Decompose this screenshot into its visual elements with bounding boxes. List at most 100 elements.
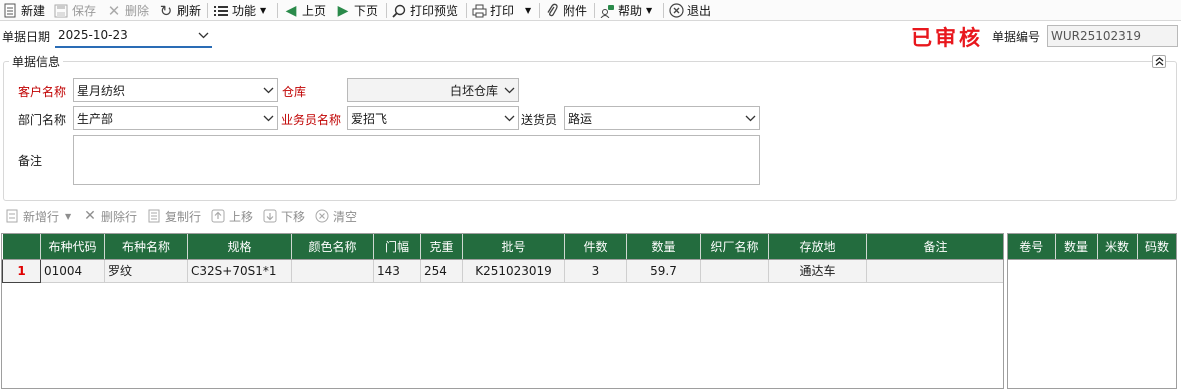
deliverer-value: 路运 <box>568 111 593 126</box>
toolbar-divider <box>386 3 387 18</box>
table-cell[interactable]: 罗纹 <box>104 259 188 283</box>
copy-icon <box>146 208 162 224</box>
refresh-button[interactable]: ↻ 刷新 <box>158 1 201 20</box>
table-cell[interactable]: 01004 <box>40 259 105 283</box>
column-header[interactable]: 码数 <box>1137 234 1176 260</box>
date-picker[interactable]: 2025-10-23 <box>55 24 212 48</box>
detail-grid: 布种代码 布种名称 规格 颜色名称 门幅 克重 批号 件数 数量 织厂名称 存放… <box>1 233 1004 389</box>
table-cell[interactable]: 通达车 <box>768 259 867 283</box>
row-number[interactable]: 1 <box>2 258 41 283</box>
function-menu-button[interactable]: 功能 ▼ <box>213 1 266 20</box>
dept-label: 部门名称 <box>18 113 67 127</box>
table-cell[interactable] <box>291 259 374 283</box>
print-button[interactable]: 打印 ▼ <box>471 1 531 20</box>
table-cell[interactable]: 59.7 <box>626 259 701 283</box>
roll-grid: 卷号 数量 米数 码数 <box>1007 233 1177 389</box>
column-header[interactable]: 备注 <box>866 234 1003 260</box>
chevron-down-icon[interactable] <box>194 24 212 46</box>
collapse-button[interactable] <box>1152 55 1166 68</box>
customer-select[interactable]: 星月纺织 <box>73 78 278 102</box>
attachment-label: 附件 <box>563 4 588 18</box>
delete-row-label: 删除行 <box>101 209 138 224</box>
column-header[interactable] <box>2 234 41 260</box>
chevron-down-icon[interactable] <box>500 107 518 129</box>
table-row[interactable]: 1 01004 罗纹 C32S+70S1*1 143 254 K25102301… <box>2 258 1003 283</box>
new-label: 新建 <box>21 4 46 18</box>
arrow-down-icon <box>262 208 278 224</box>
main-toolbar: 新建 保存 ✕ 删除 ↻ 刷新 功能 ▼ ◀ 上页 ▶ 下页 打印预览 打印 ▼… <box>0 0 1181 21</box>
refresh-label: 刷新 <box>177 4 202 18</box>
clear-circle-x-icon <box>314 208 330 224</box>
warehouse-select[interactable]: 白坯仓库 <box>347 78 519 102</box>
remark-textarea[interactable] <box>73 135 760 185</box>
remark-label: 备注 <box>18 154 43 168</box>
column-header[interactable]: 数量 <box>626 234 701 260</box>
save-label: 保存 <box>72 4 97 18</box>
move-down-button[interactable]: 下移 <box>262 207 305 225</box>
dropdown-caret-icon: ▼ <box>65 211 72 221</box>
list-icon <box>213 3 229 19</box>
save-button[interactable]: 保存 <box>53 1 96 20</box>
chevron-down-icon[interactable] <box>741 107 759 129</box>
column-header[interactable]: 件数 <box>564 234 627 260</box>
table-cell[interactable]: K251023019 <box>462 259 565 283</box>
print-label: 打印 <box>490 4 515 18</box>
delete-row-button[interactable]: ✕ 删除行 <box>82 207 137 225</box>
column-header[interactable]: 批号 <box>462 234 565 260</box>
function-label: 功能 <box>232 4 257 18</box>
table-cell[interactable]: 143 <box>373 259 421 283</box>
table-cell[interactable]: C32S+70S1*1 <box>187 259 292 283</box>
dept-value: 生产部 <box>77 111 114 126</box>
column-header[interactable]: 存放地 <box>768 234 867 260</box>
exit-circle-x-icon <box>668 3 684 19</box>
new-button[interactable]: 新建 <box>2 1 45 20</box>
move-up-label: 上移 <box>229 209 254 224</box>
chevron-down-icon[interactable] <box>500 79 518 101</box>
print-preview-label: 打印预览 <box>410 4 459 18</box>
column-header[interactable]: 布种名称 <box>104 234 188 260</box>
table-cell[interactable] <box>700 259 769 283</box>
clear-label: 清空 <box>333 209 358 224</box>
column-header[interactable]: 颜色名称 <box>291 234 374 260</box>
exit-button[interactable]: 退出 <box>668 1 711 20</box>
triangle-left-icon: ◀ <box>285 2 297 19</box>
column-header[interactable]: 门幅 <box>373 234 421 260</box>
prev-page-button[interactable]: ◀ 上页 <box>283 1 326 20</box>
chevron-down-icon[interactable] <box>259 107 277 129</box>
column-header[interactable]: 布种代码 <box>40 234 105 260</box>
add-row-button[interactable]: 新增行 ▼ <box>4 207 71 225</box>
column-header[interactable]: 数量 <box>1055 234 1098 260</box>
column-header[interactable]: 米数 <box>1097 234 1138 260</box>
chevron-down-icon[interactable] <box>259 79 277 101</box>
table-cell[interactable]: 3 <box>564 259 627 283</box>
doc-no-field[interactable]: WUR25102319 <box>1047 25 1178 47</box>
add-row-icon <box>4 208 20 224</box>
printer-icon <box>471 3 487 19</box>
clear-button[interactable]: 清空 <box>314 207 357 225</box>
deliverer-select[interactable]: 路运 <box>564 106 760 130</box>
column-header[interactable]: 规格 <box>187 234 292 260</box>
delete-x-icon: ✕ <box>107 1 121 20</box>
column-header[interactable]: 克重 <box>420 234 463 260</box>
delete-button[interactable]: ✕ 删除 <box>106 1 149 20</box>
help-button[interactable]: 帮助 ▼ <box>599 1 652 20</box>
toolbar-divider <box>207 3 208 18</box>
refresh-icon: ↻ <box>159 1 173 20</box>
dept-select[interactable]: 生产部 <box>73 106 278 130</box>
table-cell[interactable]: 254 <box>420 259 463 283</box>
magnifier-icon <box>391 3 407 19</box>
dropdown-caret-icon: ▼ <box>260 6 267 15</box>
deliverer-label: 送货员 <box>521 113 558 127</box>
column-header[interactable]: 卷号 <box>1008 234 1056 260</box>
print-preview-button[interactable]: 打印预览 <box>391 1 458 20</box>
delete-label: 删除 <box>125 4 150 18</box>
date-value: 2025-10-23 <box>58 28 128 42</box>
attachment-button[interactable]: 附件 <box>544 1 587 20</box>
copy-row-button[interactable]: 复制行 <box>146 207 201 225</box>
double-chevron-up-icon <box>1155 57 1163 66</box>
next-page-button[interactable]: ▶ 下页 <box>335 1 378 20</box>
move-up-button[interactable]: 上移 <box>210 207 253 225</box>
table-cell[interactable] <box>866 259 1003 283</box>
salesman-select[interactable]: 爱招飞 <box>347 106 519 130</box>
column-header[interactable]: 织厂名称 <box>700 234 769 260</box>
